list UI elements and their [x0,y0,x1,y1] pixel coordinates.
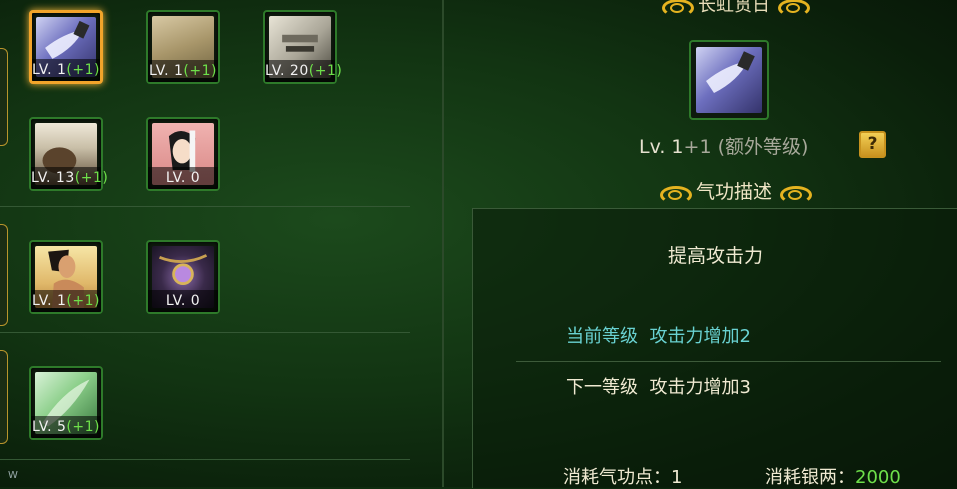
cloud-ornament-icon [660,0,695,17]
skill-level-label: LV. 5(+1) [31,416,101,438]
selected-skill-icon [689,40,769,120]
skill-detail-panel: 长虹贯日 Lv. 1+1 (额外等级) ? 气功描述 提高攻击力 当前等级 攻击… [444,0,957,488]
skill-slot-1[interactable]: LV. 1(+1) [29,10,103,84]
category-tab-1[interactable] [0,48,8,146]
next-level-effect: 下一等级 攻击力增加3 [566,377,751,398]
skill-level-label: LV. 1(+1) [148,60,218,82]
extra-level: +1 (额外等级) [683,136,809,158]
skill-slot-8[interactable]: LV. 5(+1) [29,366,103,440]
skill-slot-7[interactable]: LV. 0 [146,240,220,314]
skill-slot-5[interactable]: LV. 0 [146,117,220,191]
skill-title: 长虹贯日 [698,0,770,16]
section-divider [0,206,410,207]
cloud-ornament-icon [776,0,810,17]
skill-level-label: LV. 13(+1) [31,167,108,189]
description-header: 气功描述 [634,177,834,204]
effect-summary: 提高攻击力 [667,245,763,267]
category-tab-2[interactable] [0,224,8,326]
description-divider [516,361,941,362]
skill-level-label: LV. 1(+1) [31,290,101,312]
skill-level-label: LV. 0 [148,290,218,312]
skill-slot-2[interactable]: LV. 1(+1) [146,10,220,84]
description-box: 提高攻击力 当前等级 攻击力增加2 下一等级 攻击力增加3 消耗气功点：1 消耗… [472,208,957,488]
cloud-ornament-icon [658,185,692,204]
description-title: 气功描述 [695,181,772,203]
section-divider [0,332,410,333]
skill-level-label: LV. 1(+1) [32,59,100,81]
skill-title-row: 长虹贯日 [634,0,834,17]
skill-list-panel: LV. 1(+1) LV. 1(+1) LV. 20(+1) LV. 13(+1… [0,0,442,487]
cloud-ornament-icon [778,185,813,204]
category-tab-3[interactable] [0,350,8,444]
section-divider [0,459,410,460]
corner-mark: W [8,470,18,481]
skill-level-label: LV. 0 [148,167,218,189]
qi-cost: 消耗气功点：1 [563,467,683,488]
skill-level-label: LV. 20(+1) [265,60,342,82]
silver-cost: 消耗银两：2000 [765,467,901,488]
blade-skill-icon [696,47,762,113]
skill-slot-6[interactable]: LV. 1(+1) [29,240,103,314]
skill-slot-4[interactable]: LV. 13(+1) [29,117,108,191]
help-button[interactable]: ? [859,131,886,158]
skill-level-info: Lv. 1+1 (额外等级) [639,132,808,159]
level-value: Lv. 1 [639,136,684,158]
skill-slot-3[interactable]: LV. 20(+1) [263,10,342,84]
current-level-effect: 当前等级 攻击力增加2 [566,326,751,347]
